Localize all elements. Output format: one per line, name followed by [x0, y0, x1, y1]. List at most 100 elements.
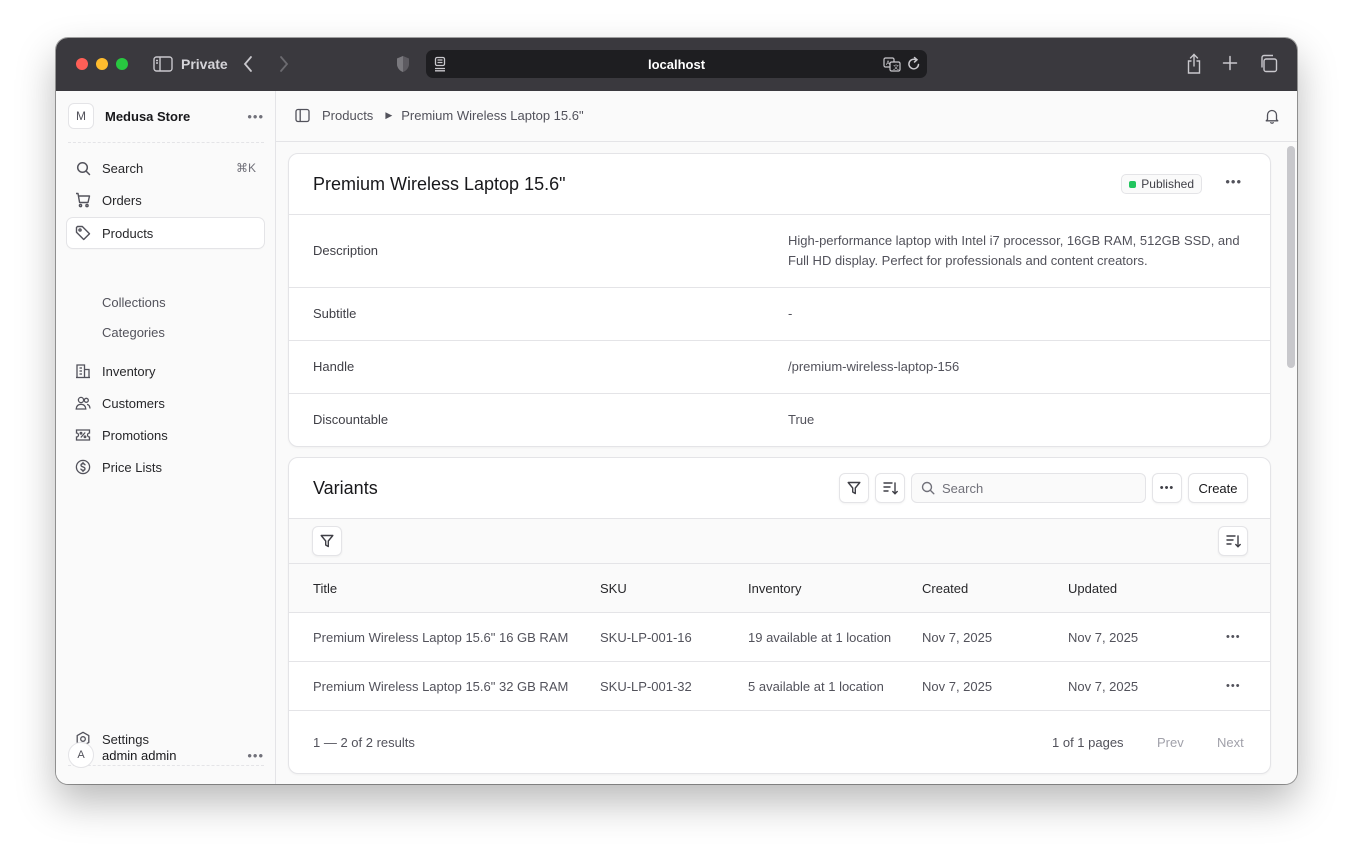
- field-key: Subtitle: [313, 306, 357, 321]
- table-sort-button[interactable]: [1218, 526, 1248, 556]
- field-key: Discountable: [313, 412, 389, 427]
- sidebar-panel-icon[interactable]: [295, 108, 310, 123]
- zoom-window-button[interactable]: [116, 58, 128, 70]
- scrollbar-thumb[interactable]: [1287, 146, 1295, 368]
- breadcrumb-separator-icon: ▶: [385, 110, 393, 120]
- field-key: Handle: [313, 359, 355, 374]
- row-actions-icon[interactable]: •••: [1226, 613, 1241, 661]
- variants-search[interactable]: [911, 473, 1146, 503]
- status-dot: [1129, 180, 1137, 188]
- translate-icon[interactable]: A文: [883, 56, 901, 72]
- sidebar-item-label: Inventory: [102, 363, 156, 379]
- sidebar-item-promotions[interactable]: Promotions: [67, 420, 264, 450]
- table-row[interactable]: Premium Wireless Laptop 15.6" 32 GB RAM …: [289, 661, 1270, 710]
- reload-icon[interactable]: [907, 56, 921, 72]
- top-bar: Products ▶ Premium Wireless Laptop 15.6": [276, 91, 1297, 142]
- variant-updated: Nov 7, 2025: [1068, 629, 1139, 645]
- tab-overview-icon[interactable]: [1259, 54, 1278, 73]
- field-value: -: [788, 306, 793, 321]
- status-badge: Published: [1121, 174, 1202, 194]
- sort-button[interactable]: [875, 473, 905, 503]
- main-content: Products ▶ Premium Wireless Laptop 15.6"…: [276, 91, 1297, 784]
- store-avatar: M: [68, 103, 94, 129]
- sort-icon: [1225, 534, 1241, 548]
- user-avatar: A: [68, 742, 94, 768]
- product-details-card: Premium Wireless Laptop 15.6" Published …: [288, 153, 1271, 447]
- browser-toolbar: Private localhost A文: [56, 38, 1297, 91]
- field-row-description: Description High-performance laptop with…: [289, 215, 1270, 288]
- minimize-window-button[interactable]: [96, 58, 108, 70]
- sidebar-item-orders[interactable]: Orders: [67, 185, 264, 215]
- store-name: Medusa Store: [105, 108, 191, 124]
- close-window-button[interactable]: [76, 58, 88, 70]
- receipt-percent-icon: [75, 427, 91, 443]
- prev-button[interactable]: Prev: [1157, 735, 1184, 750]
- sidebar-item-price-lists[interactable]: Price Lists: [67, 452, 264, 482]
- sidebar-item-inventory[interactable]: Inventory: [67, 356, 264, 386]
- column-header-title[interactable]: Title: [313, 564, 337, 612]
- sidebar-item-label: Price Lists: [102, 459, 162, 475]
- bell-icon[interactable]: [1265, 108, 1279, 129]
- breadcrumb-current: Premium Wireless Laptop 15.6": [401, 108, 584, 123]
- variant-title: Premium Wireless Laptop 15.6" 16 GB RAM: [313, 629, 569, 645]
- sidebar-toggle-icon[interactable]: [153, 55, 173, 73]
- sidebar-item-collections[interactable]: Collections: [102, 295, 166, 310]
- sidebar-item-label: Products: [102, 225, 154, 241]
- cart-icon: [75, 192, 91, 208]
- url-text: localhost: [647, 56, 706, 72]
- share-icon[interactable]: [1185, 53, 1203, 75]
- breadcrumb: Products ▶ Premium Wireless Laptop 15.6": [295, 108, 584, 123]
- search-input[interactable]: [942, 480, 1132, 496]
- variant-created: Nov 7, 2025: [922, 678, 993, 694]
- create-button[interactable]: Create: [1188, 473, 1248, 503]
- more-icon: •••: [1159, 482, 1175, 494]
- filter-button[interactable]: [839, 473, 869, 503]
- sidebar: M Medusa Store ••• Search ⌘K Orders Prod…: [56, 91, 276, 784]
- back-icon[interactable]: [242, 55, 254, 73]
- user-name: admin admin: [102, 747, 177, 763]
- sort-icon: [882, 481, 898, 495]
- variants-menu-button[interactable]: •••: [1152, 473, 1182, 503]
- variant-sku: SKU-LP-001-16: [600, 629, 692, 645]
- breadcrumb-products[interactable]: Products: [322, 108, 373, 123]
- new-tab-icon[interactable]: [1222, 55, 1238, 71]
- page-count: 1 of 1 pages: [1052, 735, 1124, 750]
- filter-icon: [320, 534, 334, 548]
- column-header-sku[interactable]: SKU: [600, 564, 627, 612]
- product-header: Premium Wireless Laptop 15.6" Published …: [289, 154, 1270, 215]
- sidebar-item-label: Search: [102, 160, 144, 176]
- store-menu-icon[interactable]: •••: [247, 109, 264, 124]
- sidebar-item-label: Customers: [102, 395, 165, 411]
- table-row[interactable]: Premium Wireless Laptop 15.6" 16 GB RAM …: [289, 612, 1270, 661]
- sidebar-item-categories[interactable]: Categories: [102, 325, 165, 340]
- sidebar-item-customers[interactable]: Customers: [67, 388, 264, 418]
- variants-title: Variants: [313, 478, 378, 498]
- sidebar-item-search[interactable]: Search ⌘K: [67, 153, 264, 183]
- next-button[interactable]: Next: [1217, 735, 1244, 750]
- filter-bar: [289, 519, 1270, 564]
- address-bar[interactable]: localhost A文: [426, 50, 927, 78]
- variant-sku: SKU-LP-001-32: [600, 678, 692, 694]
- sidebar-item-label: Promotions: [102, 427, 168, 443]
- field-value: /premium-wireless-laptop-156: [788, 359, 960, 374]
- row-actions-icon[interactable]: •••: [1226, 662, 1241, 710]
- field-row-subtitle: Subtitle -: [289, 288, 1270, 341]
- filter-icon: [847, 481, 861, 495]
- column-header-created[interactable]: Created: [922, 564, 968, 612]
- column-header-updated[interactable]: Updated: [1068, 564, 1117, 612]
- user-menu-icon[interactable]: •••: [247, 748, 264, 763]
- variant-title: Premium Wireless Laptop 15.6" 32 GB RAM: [313, 678, 569, 694]
- product-actions-icon[interactable]: •••: [1225, 174, 1242, 189]
- status-label: Published: [1141, 177, 1194, 191]
- search-shortcut: ⌘K: [235, 161, 256, 175]
- sidebar-item-products[interactable]: Products: [67, 218, 264, 248]
- user-account[interactable]: A admin admin •••: [68, 742, 264, 768]
- column-header-inventory[interactable]: Inventory: [748, 564, 801, 612]
- add-filter-button[interactable]: [312, 526, 342, 556]
- variant-updated: Nov 7, 2025: [1068, 678, 1139, 694]
- forward-icon[interactable]: [278, 55, 290, 73]
- store-switcher[interactable]: M Medusa Store •••: [68, 103, 264, 129]
- shield-icon[interactable]: [396, 55, 410, 73]
- sidebar-divider: [68, 142, 264, 143]
- sidebar-item-label: Orders: [102, 192, 142, 208]
